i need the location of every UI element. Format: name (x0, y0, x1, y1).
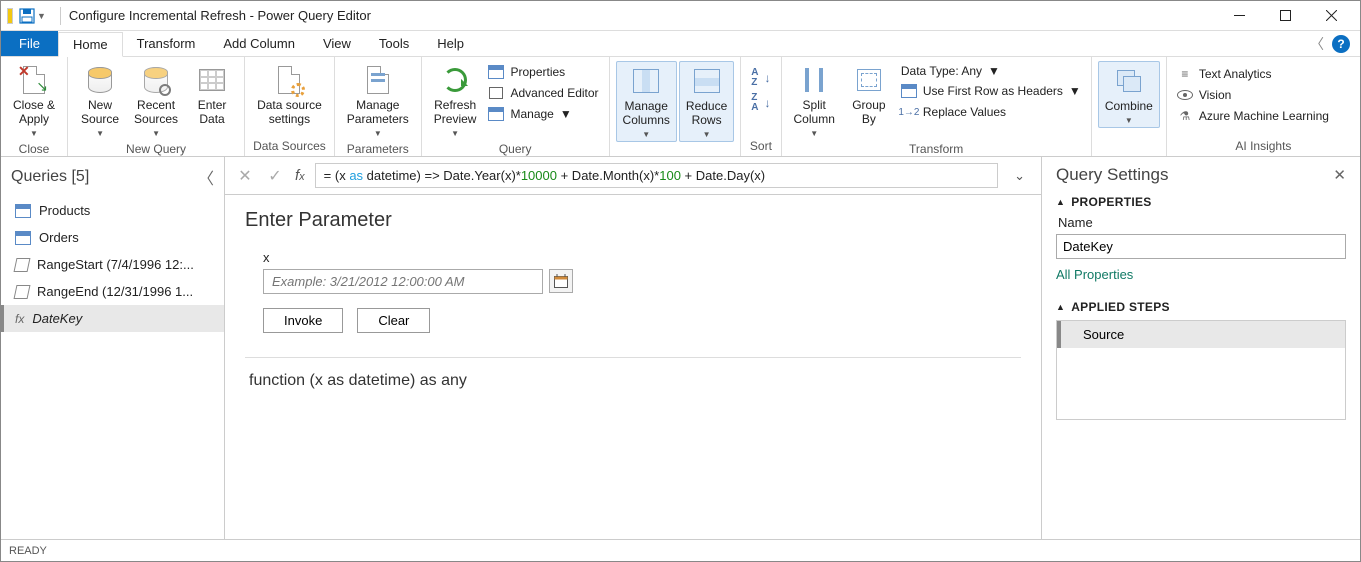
split-column-button[interactable]: Split Column▼ (788, 61, 841, 140)
manage-button[interactable]: Manage ▼ (484, 105, 602, 123)
table-icon (15, 231, 31, 245)
step-source[interactable]: Source (1057, 321, 1345, 348)
sort-asc-button[interactable]: AZ↓ (747, 67, 774, 89)
new-source-button[interactable]: New Source▼ (74, 61, 126, 140)
group-label-transform: Transform (788, 140, 1085, 159)
tab-help[interactable]: Help (423, 31, 478, 56)
combine-button[interactable]: Combine▼ (1098, 61, 1160, 128)
query-item-orders[interactable]: Orders (1, 224, 224, 251)
function-signature: function (x as datetime) as any (245, 372, 1021, 390)
sort-desc-button[interactable]: ZA↓ (747, 92, 774, 114)
all-properties-link[interactable]: All Properties (1056, 267, 1133, 282)
data-source-settings-button[interactable]: Data source settings (251, 61, 328, 129)
help-icon[interactable]: ? (1332, 35, 1350, 53)
group-label-data-sources: Data Sources (251, 137, 328, 156)
tab-transform[interactable]: Transform (123, 31, 210, 56)
enter-data-button[interactable]: Enter Data (186, 61, 238, 129)
status-text: READY (9, 545, 47, 557)
expand-formula-icon[interactable]: ⌄ (1008, 168, 1031, 184)
qat-dropdown-icon[interactable]: ▼ (37, 11, 46, 21)
first-row-headers-button[interactable]: Use First Row as Headers ▼ (897, 82, 1085, 100)
parameter-form: Enter Parameter x Invoke Clear function … (225, 195, 1041, 404)
invoke-button[interactable]: Invoke (263, 308, 343, 333)
maximize-button[interactable] (1262, 2, 1308, 30)
close-apply-button[interactable]: ✕↘ Close & Apply▼ (7, 61, 61, 140)
text-analytics-button[interactable]: ≡Text Analytics (1173, 65, 1333, 83)
commit-formula-icon[interactable]: ✓ (265, 166, 285, 186)
group-label-query: Query (428, 140, 603, 159)
query-item-products[interactable]: Products (1, 197, 224, 224)
settings-title: Query Settings (1056, 165, 1168, 185)
close-button[interactable] (1308, 2, 1354, 30)
status-bar: READY (1, 539, 1360, 561)
collapse-ribbon-icon[interactable]: 〈 (1310, 34, 1324, 54)
cancel-formula-icon[interactable]: ✕ (235, 166, 255, 186)
refresh-preview-button[interactable]: Refresh Preview▼ (428, 61, 483, 140)
reduce-rows-button[interactable]: Reduce Rows▼ (679, 61, 734, 142)
window-title: Configure Incremental Refresh - Power Qu… (69, 8, 371, 23)
save-icon[interactable] (19, 8, 35, 24)
data-type-button[interactable]: Data Type: Any ▼ (897, 63, 1085, 79)
formula-bar: ✕ ✓ fx = (x as datetime) => Date.Year(x)… (225, 157, 1041, 195)
manage-columns-button[interactable]: Manage Columns▼ (616, 61, 677, 142)
queries-title: Queries [5] (11, 168, 89, 186)
form-heading: Enter Parameter (245, 209, 1021, 232)
query-settings-panel: Query Settings ✕ ▲PROPERTIES Name All Pr… (1042, 157, 1360, 539)
azure-ml-button[interactable]: ⚗Azure Machine Learning (1173, 107, 1333, 125)
group-label-close: Close (7, 140, 61, 159)
separator (60, 7, 61, 25)
query-item-datekey[interactable]: fxDateKey (1, 305, 224, 332)
fx-label: fx (295, 167, 305, 184)
close-settings-icon[interactable]: ✕ (1333, 166, 1346, 184)
collapse-queries-icon[interactable]: 〈 (198, 165, 214, 189)
separator (245, 357, 1021, 358)
advanced-editor-button[interactable]: Advanced Editor (484, 84, 602, 102)
calendar-picker-button[interactable] (549, 269, 573, 293)
tab-home[interactable]: Home (58, 32, 123, 57)
param-x-input[interactable] (263, 269, 543, 294)
editor-center: ✕ ✓ fx = (x as datetime) => Date.Year(x)… (225, 157, 1042, 539)
tab-view[interactable]: View (309, 31, 365, 56)
group-by-button[interactable]: Group By (843, 61, 895, 129)
applied-steps-list: Source (1056, 320, 1346, 420)
group-label-ai: AI Insights (1173, 137, 1354, 156)
tab-add-column[interactable]: Add Column (209, 31, 309, 56)
minimize-button[interactable] (1216, 2, 1262, 30)
parameter-icon (14, 258, 31, 272)
applied-steps-header[interactable]: ▲APPLIED STEPS (1056, 300, 1346, 314)
tab-tools[interactable]: Tools (365, 31, 423, 56)
manage-parameters-button[interactable]: Manage Parameters▼ (341, 61, 415, 140)
main-area: Queries [5] 〈 Products Orders RangeStart… (1, 157, 1360, 539)
ribbon-tabs: File Home Transform Add Column View Tool… (1, 31, 1360, 57)
field-label-x: x (263, 250, 1021, 265)
title-bar: ▼ Configure Incremental Refresh - Power … (1, 1, 1360, 31)
function-icon: fx (15, 312, 24, 326)
name-label: Name (1058, 215, 1346, 230)
group-label-parameters: Parameters (341, 140, 415, 159)
recent-sources-button[interactable]: Recent Sources▼ (128, 61, 184, 140)
group-label-sort: Sort (747, 137, 774, 156)
query-item-rangeend[interactable]: RangeEnd (12/31/1996 1... (1, 278, 224, 305)
query-name-input[interactable] (1056, 234, 1346, 259)
clear-button[interactable]: Clear (357, 308, 430, 333)
properties-header[interactable]: ▲PROPERTIES (1056, 195, 1346, 209)
formula-input[interactable]: = (x as datetime) => Date.Year(x)*10000 … (315, 163, 998, 188)
app-icon (7, 8, 13, 24)
group-label-new-query: New Query (74, 140, 238, 159)
vision-button[interactable]: Vision (1173, 86, 1333, 104)
parameter-icon (14, 285, 31, 299)
queries-panel: Queries [5] 〈 Products Orders RangeStart… (1, 157, 225, 539)
properties-button[interactable]: Properties (484, 63, 602, 81)
replace-values-button[interactable]: 1→2Replace Values (897, 103, 1085, 121)
ribbon: ✕↘ Close & Apply▼ Close New Source▼ Rece… (1, 57, 1360, 157)
tab-file[interactable]: File (1, 31, 58, 56)
table-icon (15, 204, 31, 218)
query-item-rangestart[interactable]: RangeStart (7/4/1996 12:... (1, 251, 224, 278)
